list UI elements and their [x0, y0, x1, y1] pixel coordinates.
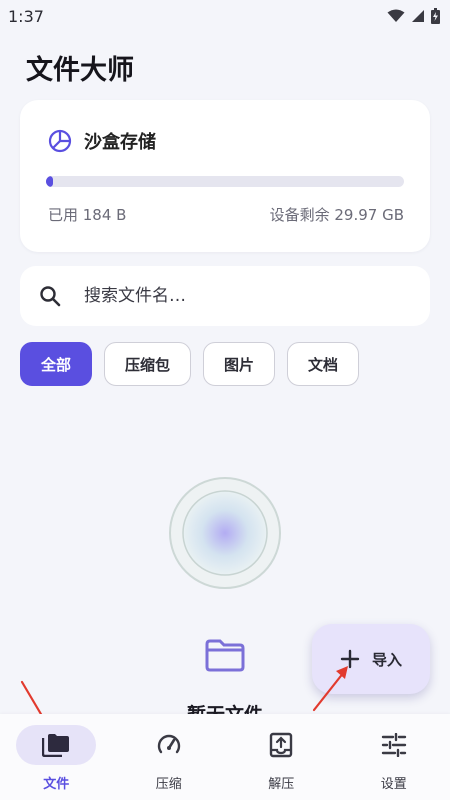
filter-chip-images[interactable]: 图片 — [203, 342, 276, 386]
nav-label-extract: 解压 — [268, 777, 295, 792]
storage-title: 沙盒存储 — [84, 132, 156, 153]
wifi-icon — [387, 9, 405, 22]
signal-icon — [412, 10, 424, 22]
search-input[interactable] — [84, 286, 384, 306]
nav-item-extract[interactable]: 解压 — [225, 714, 338, 800]
bottom-nav: 文件 压缩 解压 设置 — [0, 714, 450, 800]
status-bar: 1:37 — [0, 0, 450, 32]
folder-icon — [205, 639, 245, 672]
search-icon — [40, 286, 61, 307]
nav-label-compress: 压缩 — [155, 777, 182, 792]
unarchive-icon — [270, 732, 293, 758]
storage-card: 沙盒存储 已用 184 B 设备剩余 29.97 GB — [20, 100, 430, 252]
gauge-icon — [157, 734, 180, 754]
import-button-label: 导入 — [371, 650, 402, 669]
search-bar[interactable] — [20, 266, 430, 326]
sliders-icon — [381, 733, 406, 757]
empty-state-illustration — [169, 477, 281, 589]
nav-label-files: 文件 — [43, 777, 70, 792]
nav-item-settings[interactable]: 设置 — [338, 714, 450, 800]
filter-chips: 全部 压缩包 图片 文档 — [20, 342, 360, 386]
filter-chip-all[interactable]: 全部 — [20, 342, 93, 386]
status-icons — [387, 8, 440, 24]
annotation-arrow-import — [312, 666, 348, 712]
filter-chip-documents[interactable]: 文档 — [287, 342, 360, 386]
page-title: 文件大师 — [26, 55, 134, 86]
nav-label-settings: 设置 — [380, 777, 407, 792]
status-time: 1:37 — [8, 6, 44, 26]
storage-progress-bar — [46, 176, 404, 187]
pie-chart-icon — [48, 129, 72, 153]
nav-item-files[interactable]: 文件 — [0, 714, 113, 800]
filter-chip-archives[interactable]: 压缩包 — [104, 342, 192, 386]
storage-used-text: 已用 184 B — [48, 206, 127, 224]
storage-progress-fill — [46, 176, 54, 187]
nav-item-compress[interactable]: 压缩 — [113, 714, 226, 800]
storage-free-text: 设备剩余 29.97 GB — [269, 206, 404, 224]
folder-stack-icon — [42, 734, 70, 757]
storage-header: 沙盒存储 — [48, 128, 156, 154]
battery-icon — [431, 8, 440, 24]
